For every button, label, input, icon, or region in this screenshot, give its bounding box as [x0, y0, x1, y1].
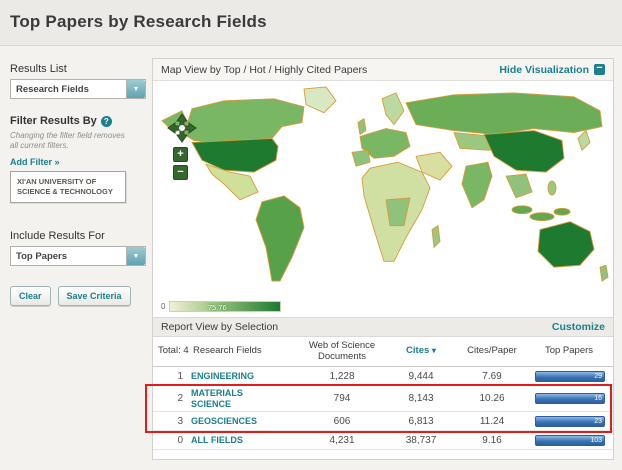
top-papers-bar: 23	[535, 415, 605, 427]
field-link-engineering[interactable]: ENGINEERING	[191, 371, 295, 381]
column-cites-label: Cites	[406, 345, 430, 357]
results-list-value: Research Fields	[16, 84, 89, 95]
column-wos-documents: Web of Science Documents	[308, 339, 376, 362]
include-results-dropdown[interactable]: Top Papers ▼	[10, 246, 146, 267]
save-criteria-button[interactable]: Save Criteria	[57, 286, 131, 307]
report-view-title: Report View by Selection	[161, 321, 279, 333]
table-row-all-fields: 0 ALL FIELDS 4,231 38,737 9.16 103	[153, 431, 613, 450]
row-rank: 3	[177, 415, 183, 427]
table-row-geosciences: 3 GEOSCIENCES 606 6,813 11.24 23	[153, 412, 613, 431]
column-cites-sortable[interactable]: Cites ▾	[389, 345, 453, 357]
active-filter-chip[interactable]: XI'AN UNIVERSITY OF SCIENCE & TECHNOLOGY	[10, 170, 126, 204]
filter-by-section: Filter Results By ?	[10, 115, 146, 127]
docs-value: 4,231	[329, 435, 355, 446]
cites-value: 9,444	[408, 370, 434, 382]
chevron-down-icon[interactable]: ▼	[126, 80, 145, 98]
docs-value: 794	[333, 393, 351, 404]
table-row-materials-science: 2 MATERIALS SCIENCE 794 8,143 10.26 16	[153, 386, 613, 412]
report-view-header: Report View by Selection Customize	[153, 317, 613, 337]
include-results-label: Include Results For	[10, 230, 105, 243]
clear-button[interactable]: Clear	[10, 286, 51, 307]
scale-min-label: 0	[161, 301, 166, 311]
top-papers-count: 103	[590, 437, 602, 444]
cites-value: 6,813	[408, 415, 434, 427]
top-papers-count: 23	[594, 417, 602, 425]
zoom-out-icon[interactable]: −	[173, 165, 188, 180]
main-panel: Map View by Top / Hot / Highly Cited Pap…	[145, 58, 614, 460]
column-cites-per-paper: Cites/Paper	[467, 345, 517, 357]
field-link-all-fields[interactable]: ALL FIELDS	[191, 435, 295, 445]
field-link-geosciences[interactable]: GEOSCIENCES	[191, 416, 295, 426]
docs-value: 606	[333, 415, 351, 427]
top-papers-bar: 103	[535, 435, 605, 446]
map-pan-control[interactable]	[167, 113, 197, 143]
map-color-scale: 0 75.76	[161, 299, 282, 313]
zoom-in-icon[interactable]: +	[173, 147, 188, 162]
docs-value: 1,228	[329, 370, 355, 382]
title-bar: Top Papers by Research Fields	[0, 0, 622, 46]
sidebar: Results List Research Fields ▼ Filter Re…	[10, 58, 146, 307]
cites-per-paper-value: 7.69	[482, 370, 502, 382]
top-papers-count: 29	[594, 372, 602, 380]
cites-value: 8,143	[408, 393, 434, 404]
cites-per-paper-value: 11.24	[479, 415, 505, 427]
filter-note: Changing the filter field removes all cu…	[10, 131, 125, 151]
include-results-value: Top Papers	[16, 251, 68, 263]
top-papers-bar-cell: 16	[531, 393, 607, 404]
map-view-title: Map View by Top / Hot / Highly Cited Pap…	[161, 63, 368, 76]
help-icon[interactable]: ?	[100, 115, 112, 127]
filter-by-label: Filter Results By	[10, 115, 97, 127]
results-list-label: Results List	[10, 63, 67, 75]
report-table: Total: 4 Research Fields Web of Science …	[145, 337, 613, 450]
top-papers-bar: 29	[535, 370, 605, 382]
map-view-header: Map View by Top / Hot / Highly Cited Pap…	[153, 59, 613, 81]
row-rank: 0	[177, 435, 183, 446]
hide-visualization-label: Hide Visualization	[499, 63, 589, 76]
scale-gradient-bar: 75.76	[169, 300, 282, 312]
row-rank: 1	[177, 370, 183, 382]
add-filter-link[interactable]: Add Filter »	[10, 157, 146, 167]
scale-max-label: 75.76	[207, 302, 227, 312]
customize-link[interactable]: Customize	[552, 321, 605, 333]
map-zoom-controls: + −	[173, 147, 188, 180]
sort-down-icon: ▾	[431, 346, 436, 356]
map-area: + − 0 75.76	[153, 81, 613, 317]
table-row-engineering: 1 ENGINEERING 1,228 9,444 7.69 29	[153, 367, 613, 386]
sidebar-buttons: Clear Save Criteria	[10, 286, 146, 307]
top-papers-bar: 16	[535, 393, 605, 404]
top-papers-bar-cell: 29	[531, 370, 607, 382]
cites-per-paper-value: 9.16	[482, 435, 502, 446]
column-research-fields: Research Fields	[193, 345, 262, 357]
cites-per-paper-value: 10.26	[479, 393, 505, 404]
table-header-row: Total: 4 Research Fields Web of Science …	[153, 337, 613, 367]
column-top-papers: Top Papers	[544, 345, 594, 357]
top-papers-bar-cell: 23	[531, 415, 607, 427]
table-body: 1 ENGINEERING 1,228 9,444 7.69 29 2 MATE…	[145, 367, 613, 450]
total-count-label: Total: 4	[158, 345, 189, 357]
top-papers-count: 16	[594, 395, 602, 402]
top-papers-bar-cell: 103	[531, 435, 607, 446]
results-list-dropdown[interactable]: Research Fields ▼	[10, 79, 146, 99]
world-map[interactable]	[154, 81, 612, 291]
minus-icon: −	[594, 63, 605, 75]
page-title: Top Papers by Research Fields	[10, 12, 267, 31]
hide-visualization-link[interactable]: Hide Visualization −	[499, 63, 605, 76]
cites-value: 38,737	[405, 435, 437, 446]
chevron-down-icon[interactable]: ▼	[126, 247, 145, 266]
field-link-materials-science[interactable]: MATERIALS SCIENCE	[191, 388, 261, 409]
row-rank: 2	[177, 393, 183, 404]
